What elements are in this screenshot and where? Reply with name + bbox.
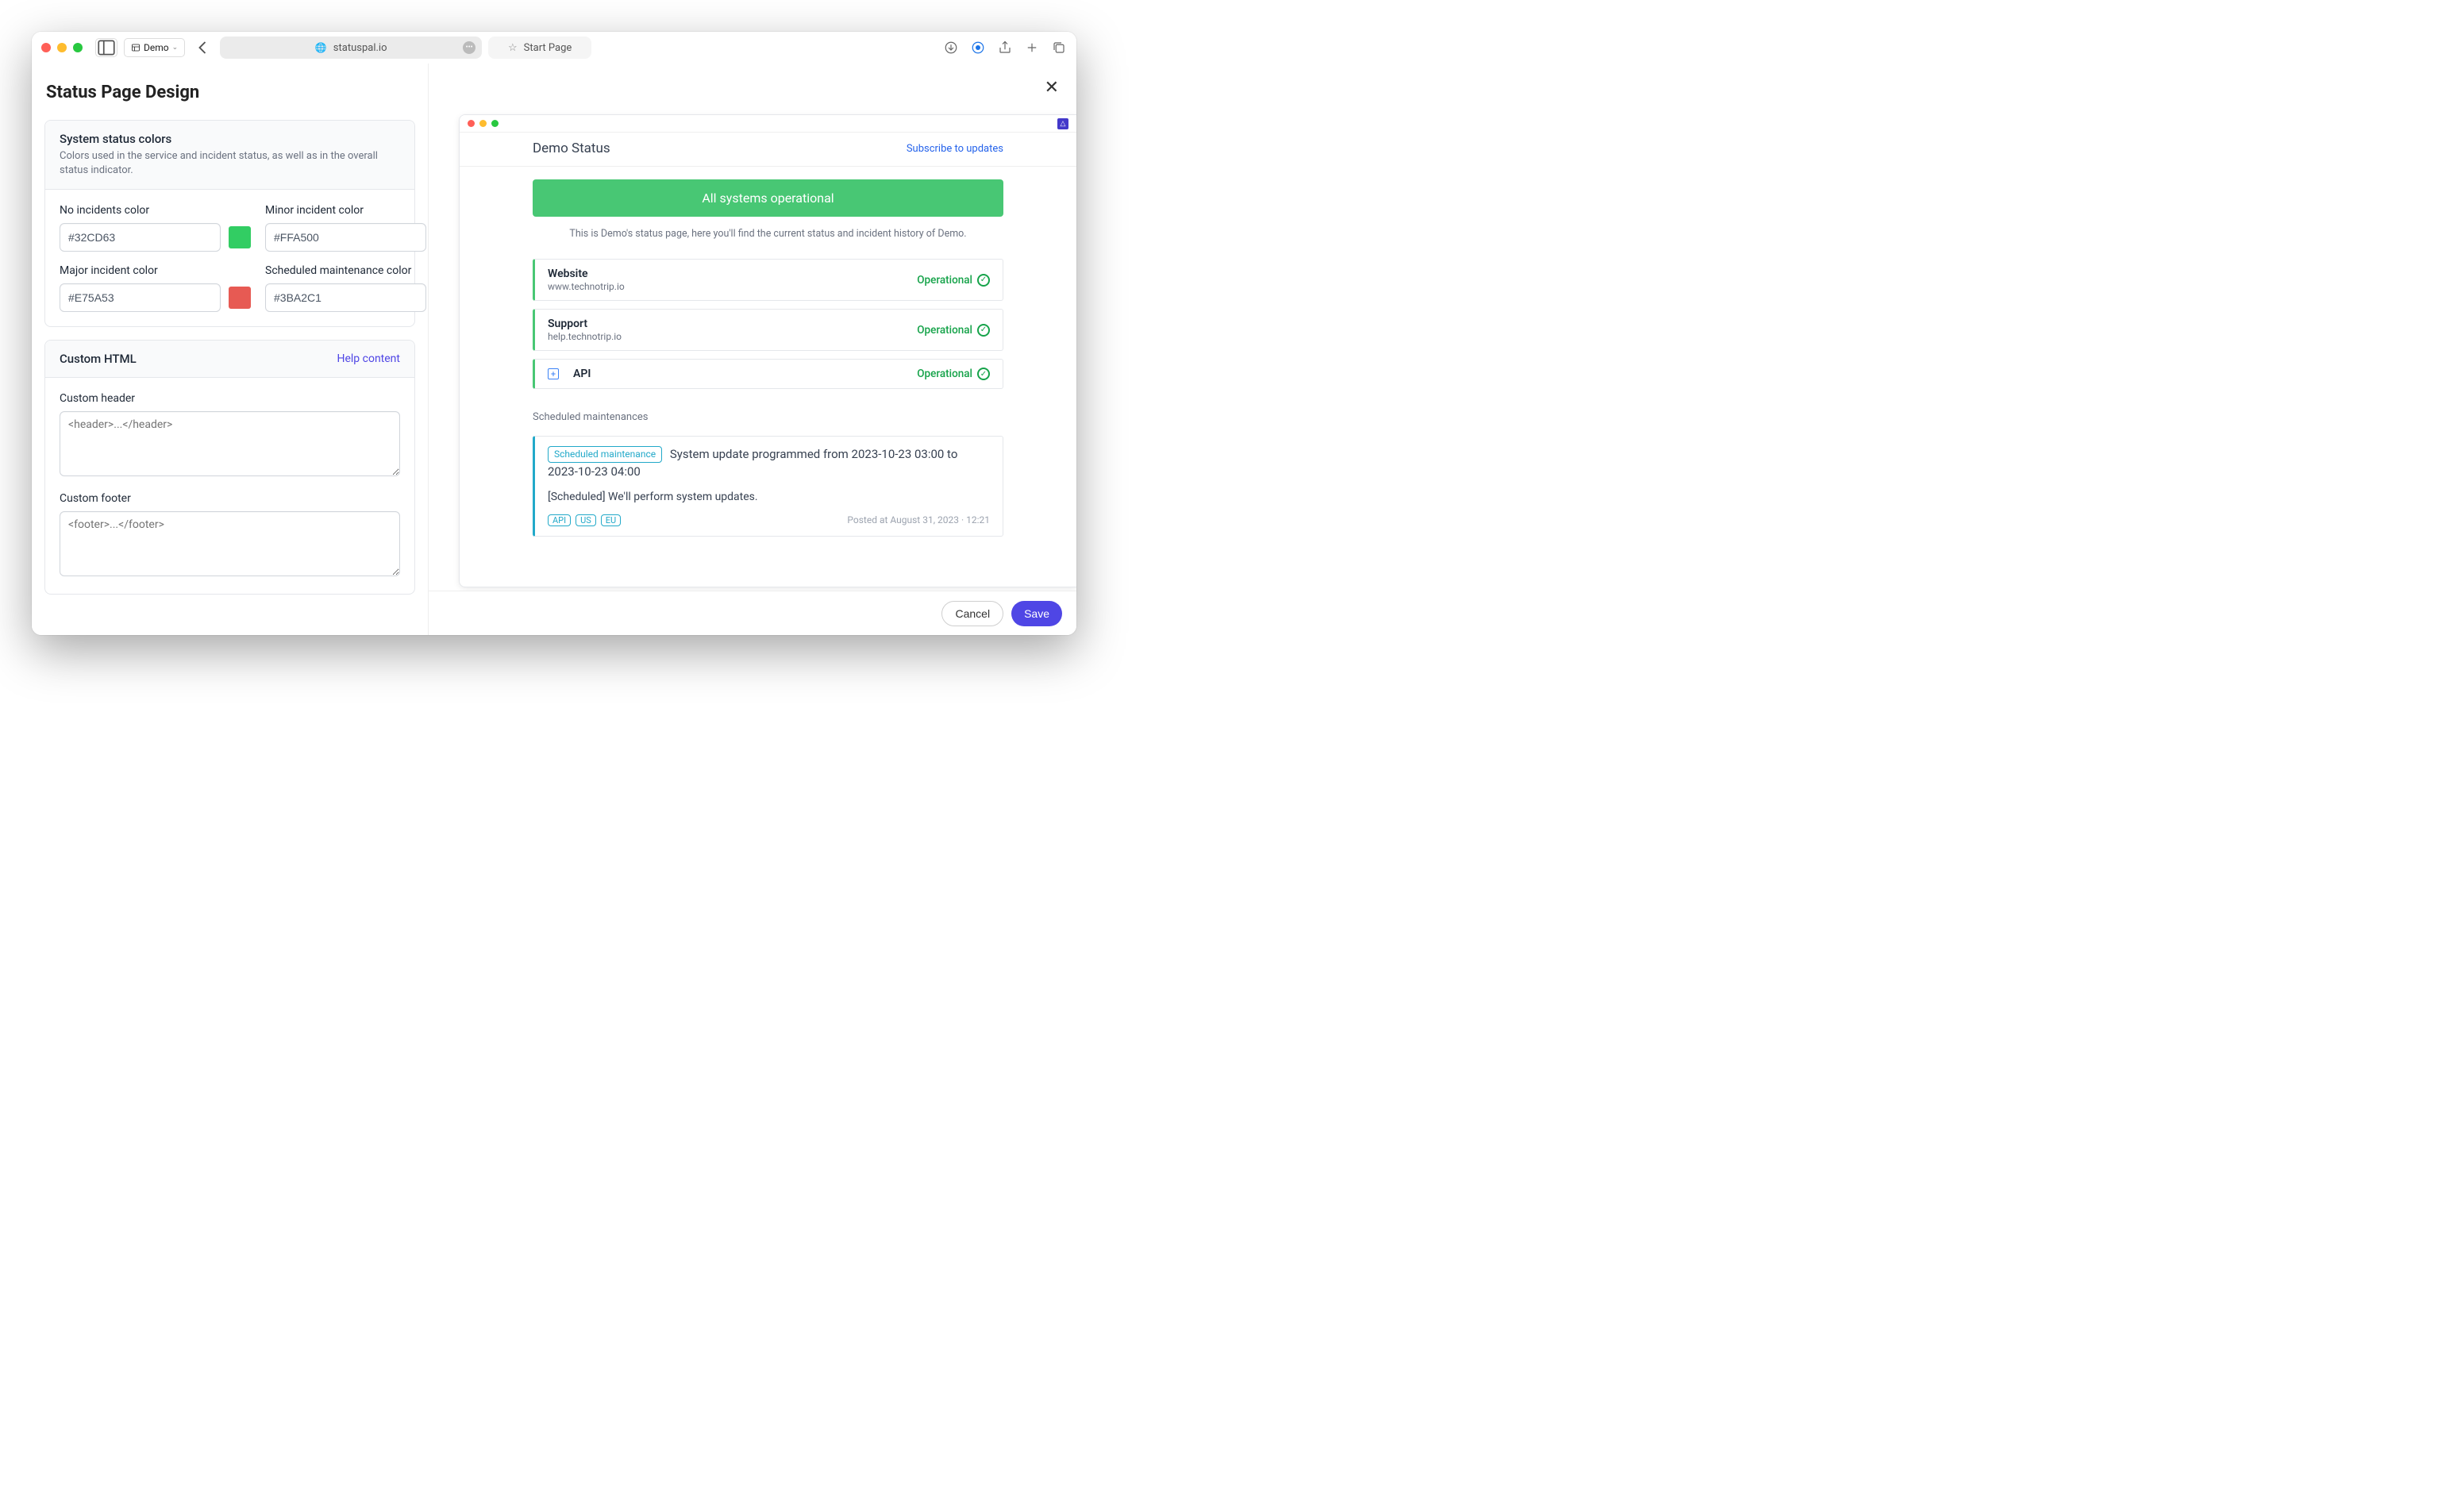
service-url: help.technotrip.io (548, 331, 622, 342)
service-url: www.technotrip.io (548, 281, 625, 292)
footer-bar: Cancel Save (429, 591, 1076, 635)
tab-menu-icon[interactable]: ••• (463, 41, 475, 54)
service-name: Support (548, 318, 622, 330)
minor-incident-color-field: Minor incident color (265, 204, 429, 252)
service-status-label: Operational (917, 368, 972, 380)
status-colors-card: System status colors Colors used in the … (44, 120, 415, 327)
scheduled-color-field: Scheduled maintenance color (265, 264, 429, 312)
custom-html-card: Custom HTML Help content Custom header C… (44, 340, 415, 595)
service-name: API (573, 368, 591, 380)
subscribe-link[interactable]: Subscribe to updates (907, 143, 1003, 155)
close-window-icon[interactable] (41, 43, 51, 52)
close-icon[interactable]: ✕ (1045, 78, 1059, 98)
maintenance-body: [Scheduled] We'll perform system updates… (548, 491, 990, 503)
preview-title: Demo Status (533, 141, 610, 156)
check-circle-icon: ✓ (977, 368, 990, 380)
start-tab-label: Start Page (524, 42, 572, 54)
window-traffic-lights (41, 43, 83, 52)
start-page-tab[interactable]: ☆ Start Page (488, 37, 591, 59)
scheduled-label: Scheduled maintenance color (265, 264, 429, 277)
save-button[interactable]: Save (1011, 601, 1062, 626)
page-title: Status Page Design (46, 83, 415, 102)
help-content-link[interactable]: Help content (337, 352, 400, 365)
preview-app-badge-icon: △ (1057, 118, 1068, 129)
maintenance-tag: EU (601, 514, 621, 526)
no-incidents-color-input[interactable] (60, 223, 221, 252)
no-incidents-color-field: No incidents color (60, 204, 251, 252)
status-description: This is Demo's status page, here you'll … (533, 228, 1003, 240)
service-status-label: Operational (917, 324, 972, 337)
share-icon[interactable] (997, 40, 1013, 56)
minor-incident-color-input[interactable] (265, 223, 426, 252)
maximize-window-icon[interactable] (73, 43, 83, 52)
service-row: + API Operational ✓ (533, 359, 1003, 389)
cancel-button[interactable]: Cancel (941, 601, 1003, 626)
preview-panel: ✕ △ Demo Status Subscribe to updates All… (429, 64, 1076, 635)
scheduled-heading: Scheduled maintenances (533, 411, 1003, 423)
profile-selector[interactable]: Demo ⌄ (124, 38, 185, 57)
custom-header-label: Custom header (60, 392, 400, 405)
maintenance-tag: API (548, 514, 571, 526)
new-tab-button[interactable] (1024, 40, 1040, 56)
preview-content: All systems operational This is Demo's s… (460, 167, 1076, 587)
maintenance-posted: Posted at August 31, 2023 · 12:21 (847, 514, 990, 525)
maintenance-tags: API US EU (548, 514, 621, 526)
maintenance-card: Scheduled maintenance System update prog… (533, 436, 1003, 537)
scheduled-color-input[interactable] (265, 283, 426, 312)
custom-html-title: Custom HTML (60, 352, 137, 366)
minor-incident-label: Minor incident color (265, 204, 429, 217)
major-incident-color-input[interactable] (60, 283, 221, 312)
major-incident-color-field: Major incident color (60, 264, 251, 312)
no-incidents-swatch[interactable] (229, 226, 251, 248)
chevron-down-icon: ⌄ (172, 44, 179, 52)
custom-footer-label: Custom footer (60, 492, 400, 505)
profile-label: Demo (144, 42, 169, 53)
star-icon: ☆ (508, 42, 518, 54)
back-button[interactable] (191, 38, 214, 57)
preview-header: Demo Status Subscribe to updates (460, 133, 1076, 167)
service-name: Website (548, 268, 625, 280)
service-status: Operational ✓ (917, 274, 990, 287)
service-status-label: Operational (917, 274, 972, 287)
preview-close-icon (468, 120, 475, 127)
minimize-window-icon[interactable] (57, 43, 67, 52)
settings-panel: Status Page Design System status colors … (32, 64, 429, 635)
service-status: Operational ✓ (917, 368, 990, 380)
preview-window: △ Demo Status Subscribe to updates All s… (459, 114, 1076, 587)
tabs-overview-icon[interactable] (1051, 40, 1067, 56)
globe-icon: 🌐 (315, 42, 327, 53)
status-colors-desc: Colors used in the service and incident … (60, 149, 400, 178)
custom-footer-textarea[interactable] (60, 511, 400, 576)
active-tab[interactable]: 🌐 statuspal.io ••• (220, 37, 482, 59)
browser-toolbar: Demo ⌄ 🌐 statuspal.io ••• ☆ Start Page (32, 32, 1076, 64)
check-circle-icon: ✓ (977, 324, 990, 337)
service-status: Operational ✓ (917, 324, 990, 337)
service-row: Websitewww.technotrip.io Operational ✓ (533, 259, 1003, 301)
downloads-icon[interactable] (943, 40, 959, 56)
maintenance-badge: Scheduled maintenance (548, 446, 662, 463)
major-incident-label: Major incident color (60, 264, 251, 277)
no-incidents-label: No incidents color (60, 204, 251, 217)
sidebar-toggle-button[interactable] (95, 38, 117, 57)
preview-minimize-icon (479, 120, 487, 127)
password-manager-icon[interactable] (970, 40, 986, 56)
status-banner: All systems operational (533, 179, 1003, 217)
preview-maximize-icon (491, 120, 499, 127)
maintenance-tag: US (576, 514, 596, 526)
tab-url: statuspal.io (333, 42, 387, 54)
check-circle-icon: ✓ (977, 274, 990, 287)
major-incident-swatch[interactable] (229, 287, 251, 309)
expand-icon[interactable]: + (548, 368, 559, 379)
browser-window: Demo ⌄ 🌐 statuspal.io ••• ☆ Start Page S… (32, 32, 1076, 635)
custom-header-textarea[interactable] (60, 411, 400, 476)
status-colors-title: System status colors (60, 132, 400, 146)
service-row: Supporthelp.technotrip.io Operational ✓ (533, 309, 1003, 351)
preview-titlebar: △ (460, 115, 1076, 133)
